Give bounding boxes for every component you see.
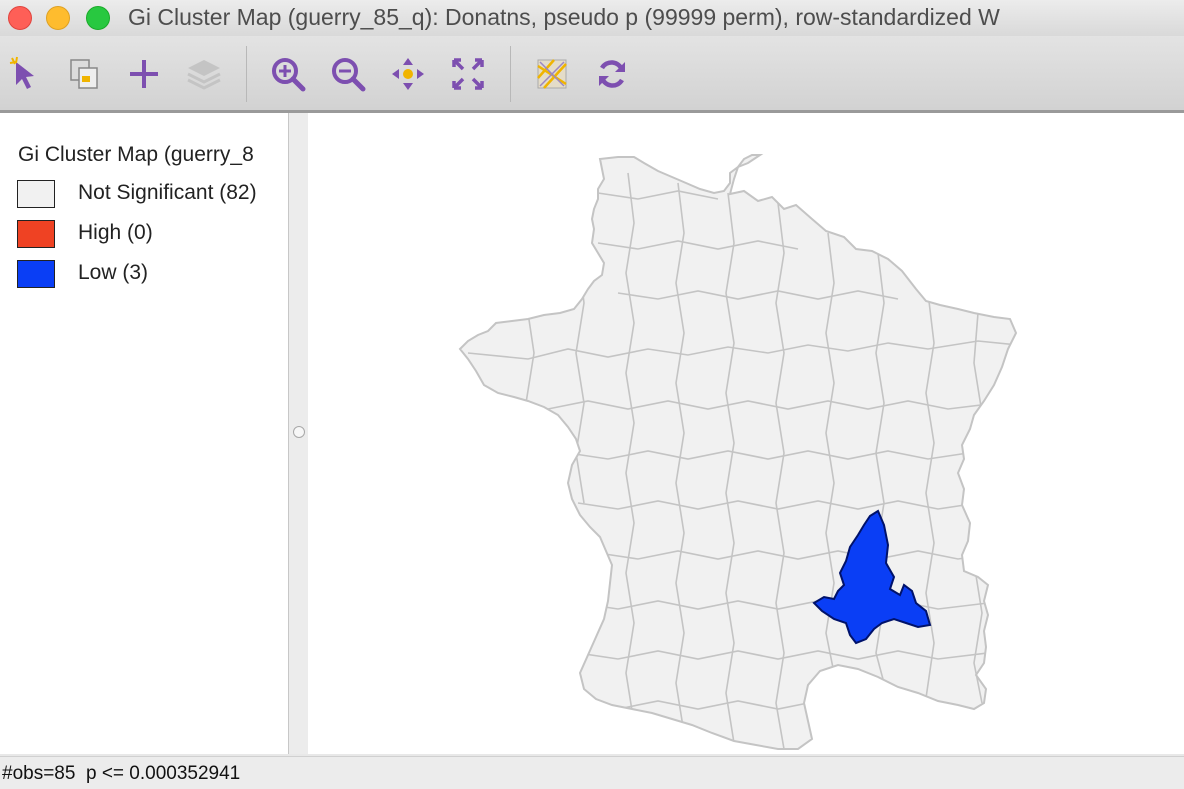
add-button[interactable] (122, 52, 166, 96)
toolbar (0, 36, 1184, 113)
legend-swatch-high[interactable] (17, 220, 55, 248)
maximize-window-button[interactable] (86, 6, 110, 30)
legend-title: Gi Cluster Map (guerry_8 (18, 143, 254, 166)
basemap-button[interactable] (530, 52, 574, 96)
zoom-in-button[interactable] (266, 52, 310, 96)
splitter-handle[interactable] (293, 426, 305, 438)
minimize-window-button[interactable] (46, 6, 70, 30)
zoom-in-icon (272, 58, 306, 92)
pane-splitter[interactable] (289, 113, 308, 754)
toolbar-separator (246, 46, 247, 102)
zoom-out-icon (332, 58, 366, 92)
zoom-out-button[interactable] (326, 52, 370, 96)
status-text: #obs=85 p <= 0.000352941 (2, 763, 241, 784)
legend-label-not-significant: Not Significant (82) (78, 181, 257, 204)
toolbar-separator (510, 46, 511, 102)
legend-swatch-not-significant[interactable] (17, 180, 55, 208)
layers-icon (187, 60, 221, 90)
copy-selection-button[interactable] (62, 52, 106, 96)
legend-swatch-low[interactable] (17, 260, 55, 288)
refresh-button[interactable] (590, 52, 634, 96)
close-window-button[interactable] (8, 6, 32, 30)
pan-icon (392, 58, 424, 90)
map-svg[interactable] (308, 113, 1184, 754)
legend-label-high: High (0) (78, 221, 153, 244)
title-bar: Gi Cluster Map (guerry_85_q): Donatns, p… (0, 0, 1184, 36)
basemap-icon (537, 59, 567, 89)
add-icon (130, 60, 158, 88)
map-canvas[interactable] (308, 113, 1184, 754)
legend-label-low: Low (3) (78, 261, 149, 284)
select-arrow-icon (9, 56, 34, 89)
window-title: Gi Cluster Map (guerry_85_q): Donatns, p… (128, 4, 1000, 30)
copy-selection-icon (70, 59, 98, 89)
full-extent-icon (452, 58, 484, 90)
full-extent-button[interactable] (446, 52, 490, 96)
pan-button[interactable] (386, 52, 430, 96)
legend-panel: Gi Cluster Map (guerry_8 Not Significant… (0, 113, 289, 754)
status-bar: #obs=85 p <= 0.000352941 (0, 756, 1184, 789)
select-tool-button[interactable] (4, 52, 48, 96)
refresh-icon (599, 60, 625, 88)
layers-button[interactable] (182, 52, 226, 96)
